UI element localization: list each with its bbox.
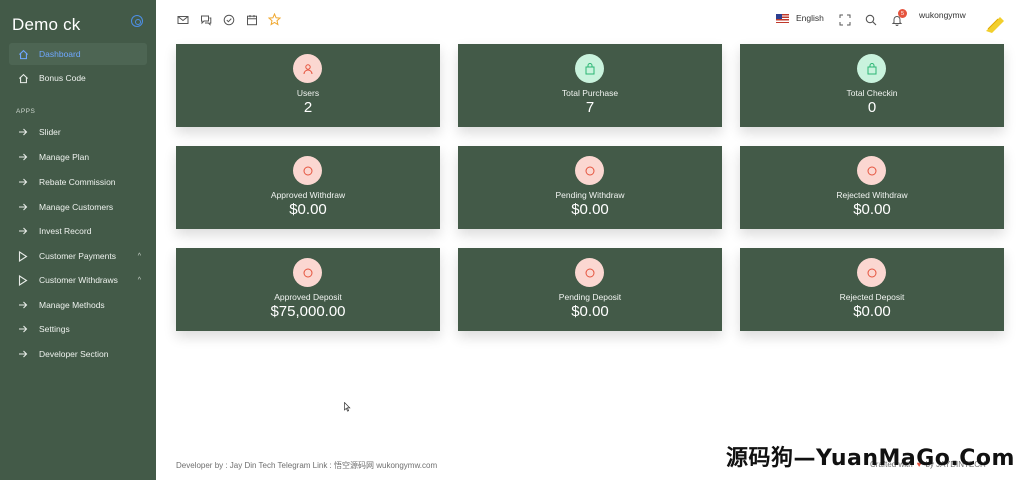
- sidebar-toggle-icon[interactable]: [131, 15, 143, 27]
- stat-card-approved-withdraw[interactable]: Approved Withdraw $0.00: [176, 146, 440, 229]
- shopping-bag-icon: [575, 54, 604, 83]
- chat-icon[interactable]: [200, 13, 212, 26]
- sidebar-item-label: Manage Customers: [39, 202, 114, 212]
- stat-value: $0.00: [571, 303, 609, 320]
- stat-label: Approved Withdraw: [270, 190, 346, 200]
- sidebar-item-label: Dashboard: [39, 49, 81, 59]
- stat-value: $0.00: [853, 201, 891, 218]
- sidebar-item-slider[interactable]: Slider: [9, 121, 147, 143]
- watermark: 源码狗—YuanMaGo.Com: [726, 446, 1015, 471]
- brand-title[interactable]: Demo ck: [12, 15, 80, 35]
- stat-value: $0.00: [289, 201, 327, 218]
- arrow-right-icon: [17, 348, 29, 360]
- stat-label: Users: [296, 88, 320, 98]
- sidebar-item-label: Bonus Code: [39, 73, 86, 83]
- stat-card-total-checkin[interactable]: Total Checkin 0: [740, 44, 1004, 127]
- star-icon[interactable]: [267, 12, 282, 26]
- sidebar-item-label: Slider: [39, 127, 61, 137]
- fullscreen-icon[interactable]: [839, 13, 851, 26]
- sidebar-item-manage-customers[interactable]: Manage Customers: [9, 196, 147, 218]
- search-icon[interactable]: [865, 13, 877, 26]
- stat-value: 0: [867, 99, 877, 116]
- sidebar-item-label: Invest Record: [39, 226, 92, 236]
- arrow-right-icon: [17, 176, 29, 188]
- stat-card-rejected-deposit[interactable]: Rejected Deposit $0.00: [740, 248, 1004, 331]
- circle-icon: [575, 156, 604, 185]
- sidebar: Demo ck Dashboard Bonus Code APPS Slider…: [0, 0, 156, 480]
- arrow-right-icon: [17, 225, 29, 237]
- avatar[interactable]: [982, 11, 1006, 35]
- user-name[interactable]: wukongymw: [919, 10, 966, 20]
- sidebar-item-customer-payments[interactable]: Customer Payments ^: [9, 245, 147, 267]
- sidebar-item-dashboard[interactable]: Dashboard: [9, 43, 147, 65]
- stat-label: Pending Withdraw: [555, 190, 625, 200]
- stat-value: $0.00: [571, 201, 609, 218]
- circle-icon: [293, 258, 322, 287]
- stat-label: Pending Deposit: [558, 292, 622, 302]
- stat-card-pending-deposit[interactable]: Pending Deposit $0.00: [458, 248, 722, 331]
- circle-icon: [857, 156, 886, 185]
- sidebar-item-rebate-commission[interactable]: Rebate Commission: [9, 171, 147, 193]
- mail-icon[interactable]: [177, 13, 189, 25]
- sidebar-item-manage-plan[interactable]: Manage Plan: [9, 146, 147, 168]
- stat-label: Approved Deposit: [274, 292, 342, 302]
- arrow-right-icon: [17, 151, 29, 163]
- sidebar-item-manage-methods[interactable]: Manage Methods: [9, 294, 147, 316]
- stat-card-total-purchase[interactable]: Total Purchase 7: [458, 44, 722, 127]
- user-icon: [293, 54, 322, 83]
- footer-developer-credit: Developer by : Jay Din Tech Telegram Lin…: [176, 461, 438, 470]
- home-icon: [17, 48, 29, 60]
- sidebar-item-label: Customer Withdraws: [39, 275, 118, 285]
- apps-section-label: APPS: [16, 108, 36, 115]
- arrow-right-icon: [17, 299, 29, 311]
- stat-value: $0.00: [853, 303, 891, 320]
- arrow-right-icon: [17, 323, 29, 335]
- sidebar-item-label: Settings: [39, 324, 70, 334]
- sidebar-item-label: Rebate Commission: [39, 177, 116, 187]
- circle-icon: [857, 258, 886, 287]
- stat-label: Rejected Withdraw: [836, 190, 908, 200]
- stat-value: $75,000.00: [270, 303, 346, 320]
- calendar-icon[interactable]: [246, 13, 258, 26]
- play-icon: [17, 274, 29, 286]
- sidebar-item-label: Customer Payments: [39, 251, 116, 261]
- home-icon: [17, 72, 29, 84]
- language-label: English: [796, 13, 824, 23]
- sidebar-item-settings[interactable]: Settings: [9, 318, 147, 340]
- arrow-right-icon: [17, 126, 29, 138]
- stat-card-pending-withdraw[interactable]: Pending Withdraw $0.00: [458, 146, 722, 229]
- play-icon: [17, 250, 29, 262]
- sidebar-item-label: Manage Plan: [39, 152, 90, 162]
- stat-value: 7: [585, 99, 595, 116]
- chevron-up-icon: ^: [137, 252, 141, 260]
- sidebar-item-invest-record[interactable]: Invest Record: [9, 220, 147, 242]
- sidebar-item-customer-withdraws[interactable]: Customer Withdraws ^: [9, 269, 147, 291]
- stat-label: Total Purchase: [561, 88, 619, 98]
- language-selector[interactable]: English: [776, 13, 824, 23]
- arrow-right-icon: [17, 201, 29, 213]
- sidebar-item-developer-section[interactable]: Developer Section: [9, 343, 147, 365]
- us-flag-icon: [776, 13, 789, 23]
- stat-card-approved-deposit[interactable]: Approved Deposit $75,000.00: [176, 248, 440, 331]
- sidebar-item-bonus-code[interactable]: Bonus Code: [9, 67, 147, 89]
- shopping-bag-icon: [857, 54, 886, 83]
- stat-card-users[interactable]: Users 2: [176, 44, 440, 127]
- circle-icon: [293, 156, 322, 185]
- stat-label: Total Checkin: [846, 88, 898, 98]
- sidebar-item-label: Manage Methods: [39, 300, 105, 310]
- stat-card-rejected-withdraw[interactable]: Rejected Withdraw $0.00: [740, 146, 1004, 229]
- stat-value: 2: [303, 99, 313, 116]
- check-circle-icon[interactable]: [223, 13, 235, 26]
- stat-label: Rejected Deposit: [839, 292, 905, 302]
- circle-icon: [575, 258, 604, 287]
- sidebar-item-label: Developer Section: [39, 349, 109, 359]
- chevron-up-icon: ^: [137, 276, 141, 284]
- mouse-cursor-icon: [344, 399, 351, 417]
- notification-badge: 5: [898, 9, 907, 18]
- topbar: English 5 wukongymw: [156, 0, 1024, 40]
